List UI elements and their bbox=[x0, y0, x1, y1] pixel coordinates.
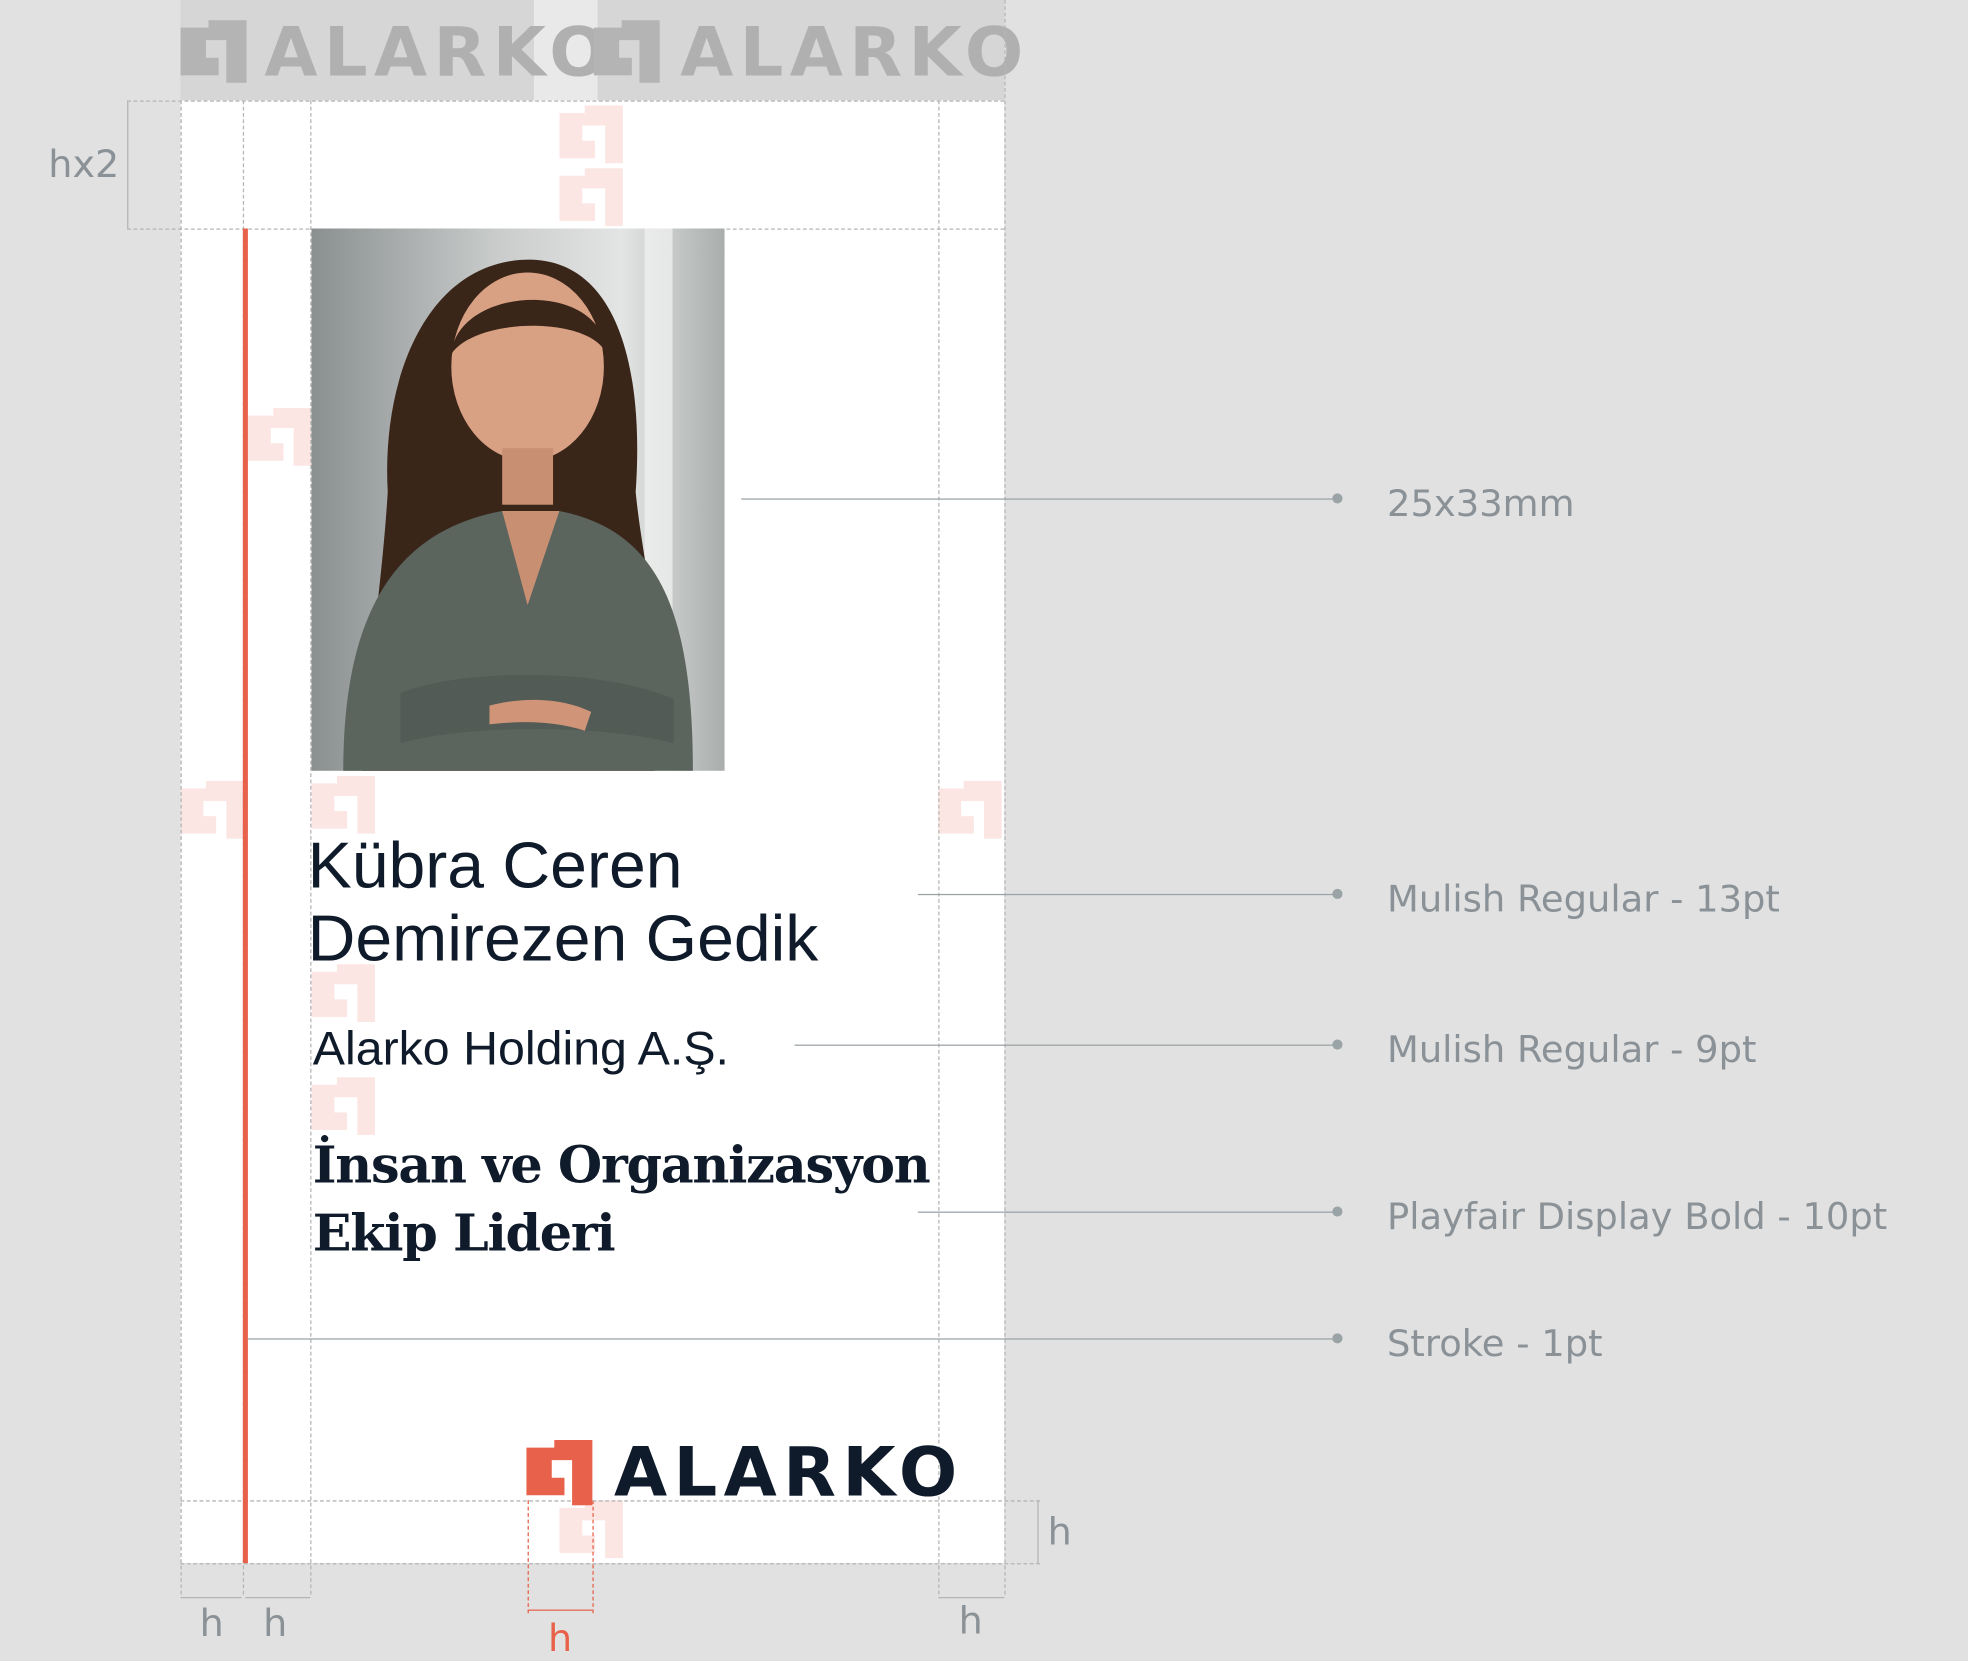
watermark-mark-icon bbox=[247, 408, 312, 466]
guideline-sheet: ALARKO ALARKO hx2 h h h h h Kübra Ceren … bbox=[0, 0, 1968, 1661]
callout-line-name bbox=[917, 893, 1339, 896]
footer-logo-wordmark: ALARKO bbox=[614, 1432, 964, 1512]
callout-line-title bbox=[917, 1211, 1339, 1213]
callout-dot-company bbox=[1332, 1039, 1343, 1050]
portrait-photo bbox=[311, 228, 725, 771]
callout-name-font: Mulish Regular - 13pt bbox=[1387, 877, 1780, 921]
guide-content-right bbox=[938, 100, 940, 1595]
callout-title-font: Playfair Display Bold - 10pt bbox=[1387, 1195, 1888, 1238]
guide-bottom bbox=[180, 1563, 1040, 1565]
watermark-mark-icon bbox=[180, 780, 245, 839]
dimension-bottom-margin: h bbox=[1047, 1510, 1072, 1555]
dimension-logo-width: h bbox=[547, 1617, 573, 1661]
employee-name-line1: Kübra Ceren bbox=[307, 829, 683, 903]
guide-logo-right bbox=[592, 1500, 594, 1614]
accent-stroke bbox=[242, 228, 248, 1564]
guide-right-edge bbox=[1004, 0, 1006, 1595]
guide-left-edge bbox=[180, 100, 182, 1595]
dimension-bracket-right bbox=[938, 1596, 1005, 1599]
callout-photo-size: 25x33mm bbox=[1387, 482, 1575, 525]
dimension-bracket-top bbox=[127, 100, 129, 229]
callout-company-font: Mulish Regular - 9pt bbox=[1387, 1028, 1757, 1071]
dimension-stroke-gap: h bbox=[263, 1602, 288, 1646]
callout-dot-stroke bbox=[1332, 1333, 1343, 1344]
company-name: Alarko Holding A.Ş. bbox=[312, 1023, 729, 1076]
guide-top bbox=[127, 100, 1005, 102]
job-title-line1: İnsan ve Organizasyon bbox=[312, 1136, 931, 1196]
header-logo-wordmark: ALARKO bbox=[680, 12, 1030, 92]
callout-dot-photo bbox=[1332, 493, 1343, 504]
callout-dot-title bbox=[1332, 1206, 1343, 1217]
callout-stroke: Stroke - 1pt bbox=[1387, 1322, 1603, 1365]
employee-name-line2: Demirezen Gedik bbox=[307, 902, 819, 976]
callout-line-stroke bbox=[247, 1338, 1339, 1340]
header-logo-wordmark: ALARKO bbox=[264, 12, 614, 92]
alarko-mark-icon bbox=[180, 20, 247, 83]
dimension-right-margin: h bbox=[958, 1599, 983, 1644]
alarko-mark-icon bbox=[526, 1440, 593, 1506]
dimension-bracket-gap bbox=[245, 1596, 311, 1599]
callout-line-company bbox=[794, 1044, 1339, 1046]
guide-logo-left bbox=[527, 1500, 529, 1614]
callout-line-photo bbox=[741, 498, 1339, 500]
dimension-top-margin: hx2 bbox=[48, 143, 120, 188]
dimension-bracket-logo bbox=[527, 1609, 593, 1611]
watermark-mark-icon bbox=[938, 780, 1002, 839]
dimension-bracket-left bbox=[180, 1596, 242, 1599]
dimension-bracket-bottom bbox=[1037, 1500, 1039, 1564]
job-title-line2: Ekip Lideri bbox=[312, 1204, 616, 1264]
alarko-mark-icon bbox=[593, 20, 660, 83]
dimension-left-margin: h bbox=[199, 1602, 224, 1646]
callout-dot-name bbox=[1332, 888, 1343, 899]
watermark-mark-icon bbox=[559, 105, 623, 226]
